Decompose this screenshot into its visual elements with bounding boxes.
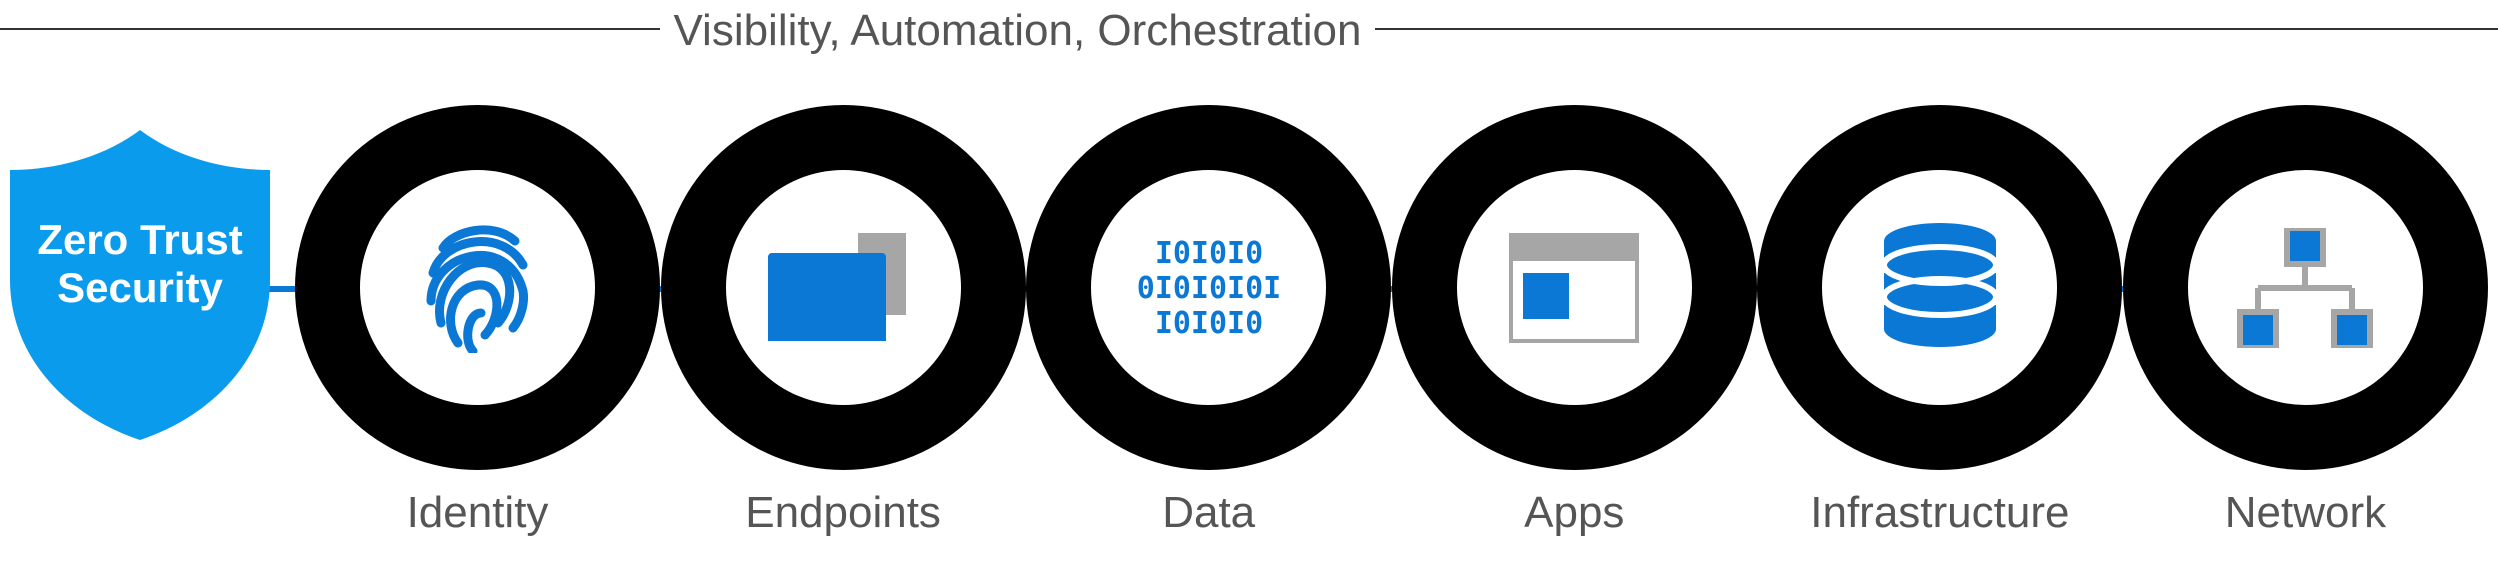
pillar-inner [726,170,961,405]
pillar-ring [1392,105,1757,470]
pillar-ring [295,105,660,470]
svg-text:I0I0I0: I0I0I0 [1155,306,1263,341]
zero-trust-diagram: Visibility, Automation, Orchestration Ze… [0,0,2498,571]
pillar-label: Data [1162,488,1255,538]
pillar-label: Identity [407,488,549,538]
database-icon [1880,223,2000,353]
pillar-label: Endpoints [745,488,941,538]
header-title: Visibility, Automation, Orchestration [660,6,1375,56]
pillar-inner [360,170,595,405]
pillar-ring [2123,105,2488,470]
devices-icon [768,233,918,343]
header-rule-right [1375,28,2498,30]
fingerprint-icon [423,223,533,353]
svg-text:0I0I0I0I: 0I0I0I0I [1136,271,1281,306]
binary-data-icon: I0I0I0 0I0I0I0I I0I0I0 [1134,233,1284,343]
pillar-network: Network [2123,105,2488,538]
pillar-identity: Identity [295,105,660,538]
app-window-icon [1509,233,1639,343]
pillar-label: Apps [1524,488,1624,538]
pillar-inner [1457,170,1692,405]
network-icon [2230,228,2380,348]
pillar-ring [1757,105,2122,470]
svg-text:I0I0I0: I0I0I0 [1155,236,1263,271]
pillar-ring [661,105,1026,470]
pillar-apps: Apps [1392,105,1757,538]
pillar-infrastructure: Infrastructure [1757,105,2122,538]
header-rule-left [0,28,660,30]
pillar-inner [2188,170,2423,405]
zero-trust-shield: Zero Trust Security [10,130,270,440]
pillar-inner: I0I0I0 0I0I0I0I I0I0I0 [1091,170,1326,405]
shield-label-line1: Zero Trust [37,216,242,263]
pillar-ring: I0I0I0 0I0I0I0I I0I0I0 [1026,105,1391,470]
pillars-row: Identity Endpoints I0I0I0 [295,105,2488,538]
pillar-inner [1822,170,2057,405]
pillar-label: Network [2225,488,2386,538]
pillar-label: Infrastructure [1810,488,2069,538]
shield-label: Zero Trust Security [10,216,270,313]
pillar-endpoints: Endpoints [661,105,1026,538]
pillar-data: I0I0I0 0I0I0I0I I0I0I0 Data [1026,105,1391,538]
shield-label-line2: Security [57,264,223,311]
